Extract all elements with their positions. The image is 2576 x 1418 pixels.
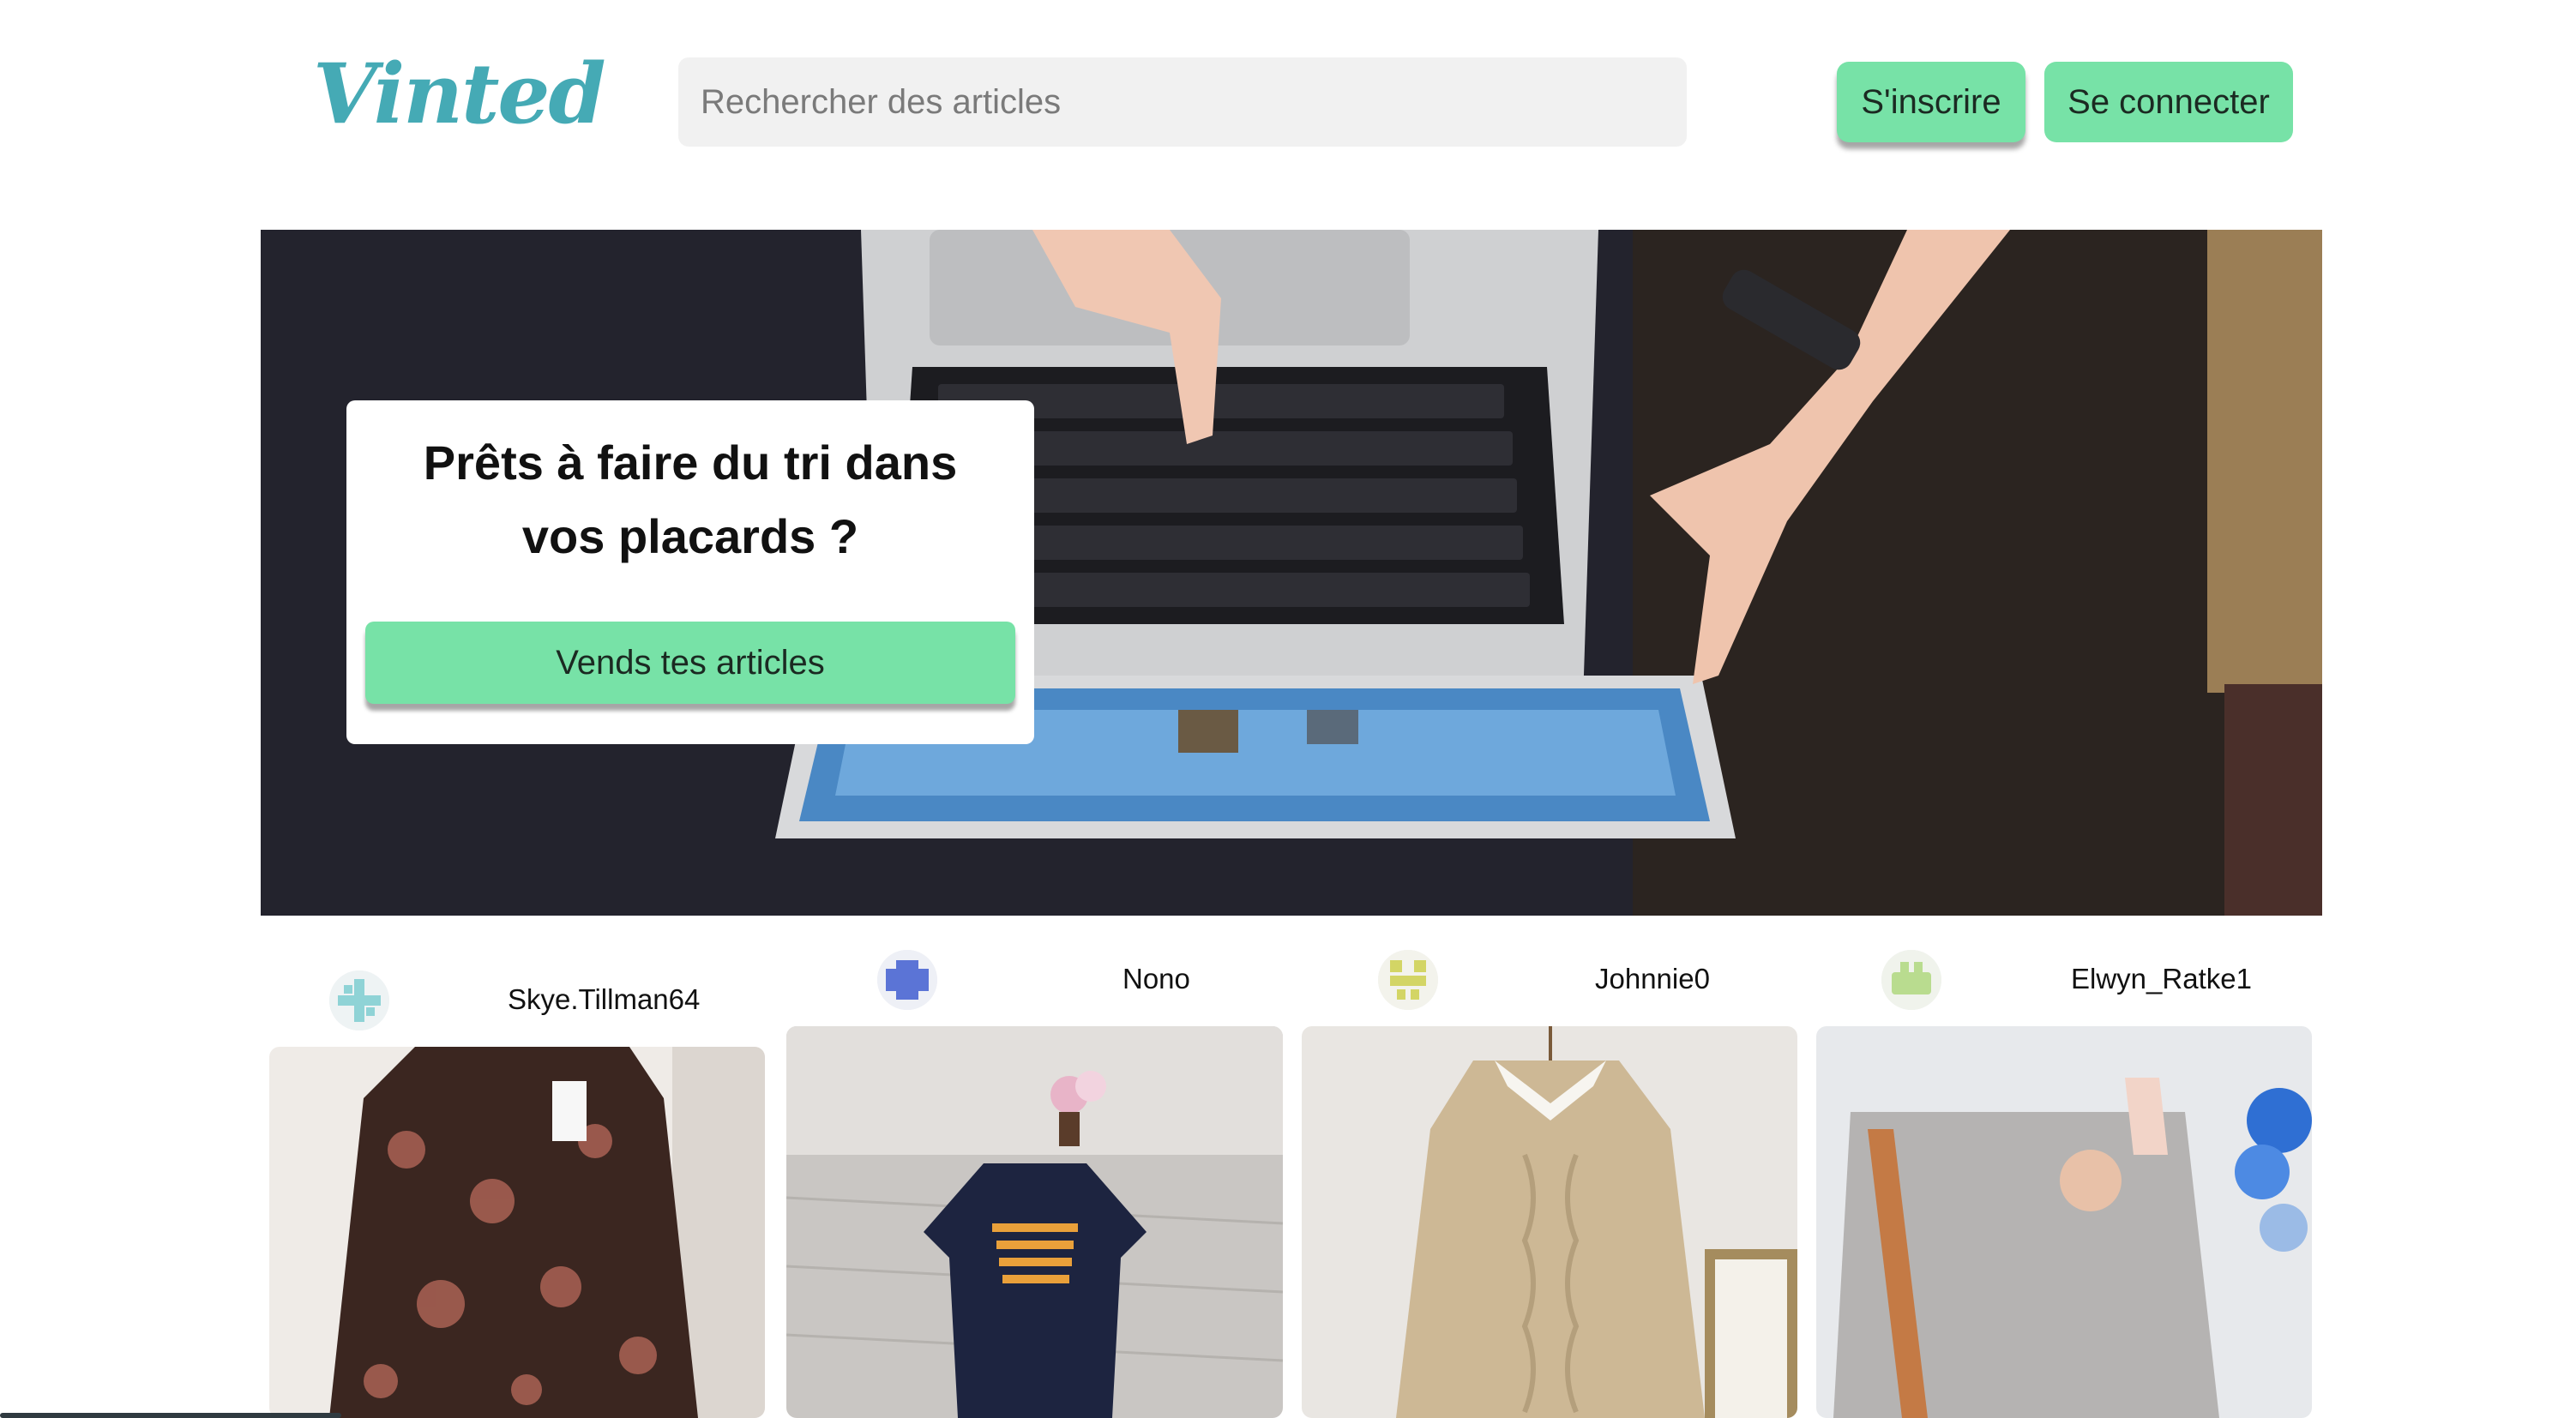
identicon-blue-blocks-icon <box>877 950 937 1010</box>
seller-name[interactable]: Johnnie0 <box>1595 963 1710 995</box>
seller-avatar[interactable] <box>329 970 389 1030</box>
item-top-image <box>1816 1026 2312 1418</box>
sell-items-button[interactable]: Vends tes articles <box>365 622 1015 704</box>
item-photo[interactable] <box>1816 1026 2312 1418</box>
seller-name[interactable]: Elwyn_Ratke1 <box>2071 963 2252 995</box>
hero-title: Prêts à faire du tri dans vos placards ? <box>423 436 958 563</box>
horizontal-scrollbar[interactable] <box>0 1413 341 1418</box>
seller-avatar[interactable] <box>1378 950 1438 1010</box>
item-sweater-image <box>1302 1026 1797 1418</box>
item-dress-image <box>786 1026 1283 1418</box>
search-input[interactable] <box>678 57 1687 147</box>
seller-name[interactable]: Nono <box>1122 963 1190 995</box>
item-photo[interactable] <box>1302 1026 1797 1418</box>
item-photo[interactable] <box>269 1047 765 1418</box>
identicon-yellow-blocks-icon <box>1378 950 1438 1010</box>
signup-button[interactable]: S'inscrire <box>1837 62 2025 142</box>
seller-avatar[interactable] <box>877 950 937 1010</box>
hero-card: Prêts à faire du tri dans vos placards ?… <box>346 400 1034 744</box>
seller-name[interactable]: Skye.Tillman64 <box>508 983 700 1016</box>
vinted-logo[interactable]: Vinted <box>313 53 606 135</box>
item-photo[interactable] <box>786 1026 1283 1418</box>
login-button[interactable]: Se connecter <box>2044 62 2293 142</box>
identicon-green-blocks-icon <box>1881 950 1941 1010</box>
identicon-teal-cross-icon <box>329 970 389 1030</box>
seller-avatar[interactable] <box>1881 950 1941 1010</box>
item-blouse-image <box>269 1047 765 1418</box>
